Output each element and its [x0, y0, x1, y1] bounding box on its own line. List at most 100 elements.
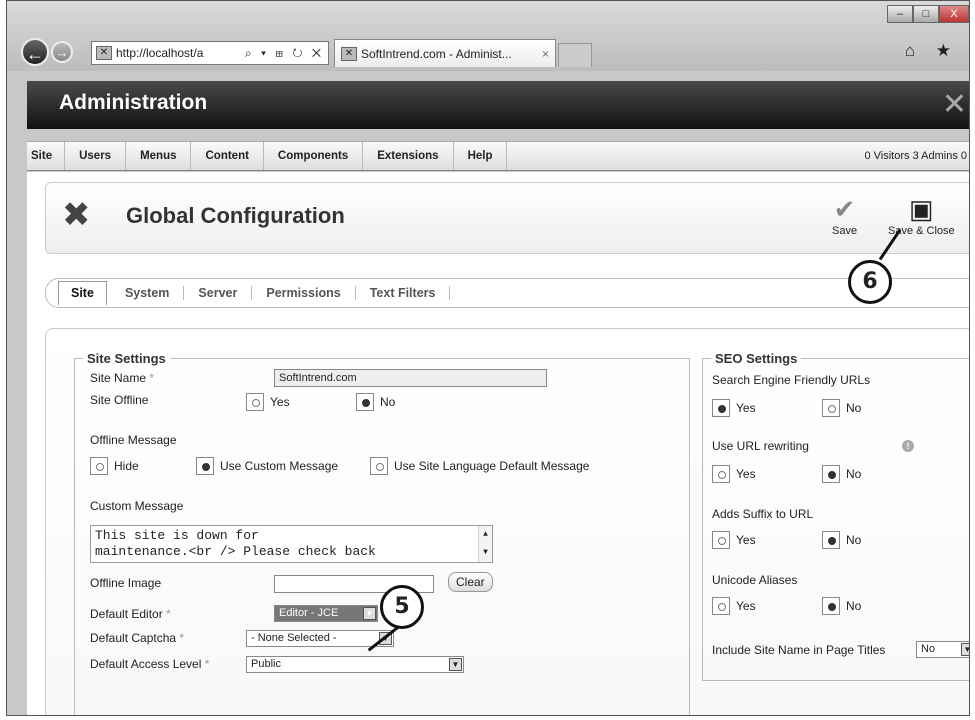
tab-favicon-icon: ✕: [341, 46, 357, 61]
site-favicon-icon: ✕: [96, 46, 112, 60]
admin-header: Administration ✕: [27, 81, 969, 129]
offline-image-label: Offline Image: [90, 576, 162, 590]
site-offline-yes[interactable]: Yes: [246, 393, 290, 411]
menu-users[interactable]: Users: [65, 142, 127, 170]
site-offline-no[interactable]: No: [356, 393, 395, 411]
dropdown-arrow-icon: ▼: [961, 643, 969, 656]
radio-icon: [90, 457, 108, 475]
dropdown-arrow-icon: ▼: [449, 658, 462, 671]
back-button[interactable]: ←: [21, 38, 49, 66]
site-settings-legend: Site Settings: [87, 351, 166, 366]
rewrite-no[interactable]: No: [822, 465, 861, 483]
save-button[interactable]: ✔ Save: [832, 193, 857, 237]
checkmark-icon: ✔: [833, 194, 856, 224]
config-tabs: Site System Server Permissions Text Filt…: [45, 278, 969, 308]
window-controls: – □ X: [887, 5, 969, 23]
custom-message-label: Custom Message: [90, 499, 184, 513]
offline-message-label: Offline Message: [90, 433, 177, 447]
rewrite-yes[interactable]: Yes: [712, 465, 756, 483]
main-content: ✖ Global Configuration ✔ Save ▣ Save & C…: [27, 172, 969, 715]
joomla-logo-icon: ✕: [941, 88, 967, 121]
default-captcha-label: Default Captcha *: [90, 631, 185, 645]
menu-menus[interactable]: Menus: [126, 142, 192, 170]
menu-content[interactable]: Content: [191, 142, 264, 170]
custom-message-line1: This site is down for: [95, 528, 259, 543]
default-editor-select[interactable]: Editor - JCE ▼: [274, 605, 378, 622]
radio-icon: [712, 597, 730, 615]
floppy-disk-icon: ▣: [909, 194, 934, 224]
offline-hide[interactable]: Hide: [90, 457, 139, 475]
radio-icon: [370, 457, 388, 475]
radio-selected-icon: [822, 597, 840, 615]
home-favorites-icons[interactable]: ⌂ ★: [905, 41, 959, 61]
site-name-input[interactable]: SoftIntrend.com: [274, 369, 547, 387]
radio-selected-icon: [822, 531, 840, 549]
site-name-label: Site Name *: [90, 371, 155, 385]
unicode-yes[interactable]: Yes: [712, 597, 756, 615]
radio-selected-icon: [196, 457, 214, 475]
offline-use-custom[interactable]: Use Custom Message: [196, 457, 338, 475]
browser-tab[interactable]: ✕ SoftIntrend.com - Administ... ×: [334, 39, 556, 67]
status-counts: 0 Visitors 3 Admins 0: [864, 150, 967, 162]
suffix-label: Adds Suffix to URL: [712, 507, 814, 521]
address-tools[interactable]: ⌕ ▾ ⊞ ↻ ✕: [245, 46, 328, 61]
radio-selected-icon: [356, 393, 374, 411]
warning-icon: !: [902, 440, 914, 452]
admin-menu: Site Users Menus Content Components Exte…: [27, 141, 969, 171]
tab-permissions[interactable]: Permissions: [252, 286, 356, 300]
header-title: Administration: [59, 91, 208, 114]
forward-button[interactable]: →: [51, 41, 73, 63]
suffix-yes[interactable]: Yes: [712, 531, 756, 549]
include-site-name-label: Include Site Name in Page Titles: [712, 643, 886, 657]
tab-close-icon[interactable]: ×: [542, 47, 555, 61]
radio-icon: [712, 465, 730, 483]
page-title: Global Configuration: [126, 203, 345, 228]
maximize-button[interactable]: □: [913, 5, 939, 23]
sef-yes[interactable]: Yes: [712, 399, 756, 417]
radio-selected-icon: [712, 399, 730, 417]
seo-settings-legend: SEO Settings: [715, 351, 798, 366]
radio-icon: [246, 393, 264, 411]
textarea-scrollbar[interactable]: ▲ ▼: [478, 526, 492, 562]
offline-use-site-language[interactable]: Use Site Language Default Message: [370, 457, 589, 475]
suffix-no[interactable]: No: [822, 531, 861, 549]
unicode-aliases-label: Unicode Aliases: [712, 573, 798, 587]
menu-site[interactable]: Site: [27, 142, 66, 170]
nav-buttons: ← →: [21, 38, 73, 66]
tab-text-filters[interactable]: Text Filters: [356, 286, 451, 300]
sef-no[interactable]: No: [822, 399, 861, 417]
menu-components[interactable]: Components: [264, 142, 364, 170]
include-site-name-select[interactable]: No▼: [916, 641, 969, 658]
close-window-button[interactable]: X: [939, 5, 969, 23]
default-access-select[interactable]: Public ▼: [246, 656, 464, 673]
radio-selected-icon: [822, 465, 840, 483]
dropdown-arrow-icon: ▼: [363, 607, 376, 620]
tab-system[interactable]: System: [111, 286, 185, 300]
custom-message-line2: maintenance.<br /> Please check back: [95, 544, 376, 559]
new-tab-button[interactable]: [558, 43, 592, 67]
unicode-no[interactable]: No: [822, 597, 861, 615]
menu-help[interactable]: Help: [454, 142, 508, 170]
custom-message-textarea[interactable]: This site is down for maintenance.<br />…: [90, 525, 493, 563]
url-text[interactable]: http://localhost/a: [116, 46, 245, 60]
callout-5: 5: [380, 585, 424, 629]
clear-button[interactable]: Clear: [448, 572, 493, 592]
address-bar[interactable]: ✕ http://localhost/a ⌕ ▾ ⊞ ↻ ✕: [91, 41, 329, 65]
save-label: Save: [832, 225, 858, 237]
default-access-label: Default Access Level *: [90, 657, 210, 671]
tab-title: SoftIntrend.com - Administ...: [361, 46, 512, 61]
tab-server[interactable]: Server: [184, 286, 253, 300]
browser-chrome: – □ X ← → ✕ http://localhost/a ⌕ ▾ ⊞ ↻ ✕…: [7, 1, 969, 71]
config-tools-icon: ✖: [62, 196, 91, 234]
settings-panel: Site Settings Site Name * SoftIntrend.co…: [45, 328, 969, 715]
browser-window: – □ X ← → ✕ http://localhost/a ⌕ ▾ ⊞ ↻ ✕…: [6, 0, 970, 716]
radio-icon: [712, 531, 730, 549]
menu-extensions[interactable]: Extensions: [363, 142, 454, 170]
radio-icon: [822, 399, 840, 417]
site-offline-label: Site Offline: [90, 393, 149, 407]
minimize-button[interactable]: –: [887, 5, 913, 23]
tab-site[interactable]: Site: [58, 280, 107, 306]
sef-urls-label: Search Engine Friendly URLs: [712, 373, 871, 387]
url-rewriting-label: Use URL rewriting: [712, 439, 809, 453]
page-toolbar: ✖ Global Configuration ✔ Save ▣ Save & C…: [45, 182, 969, 254]
